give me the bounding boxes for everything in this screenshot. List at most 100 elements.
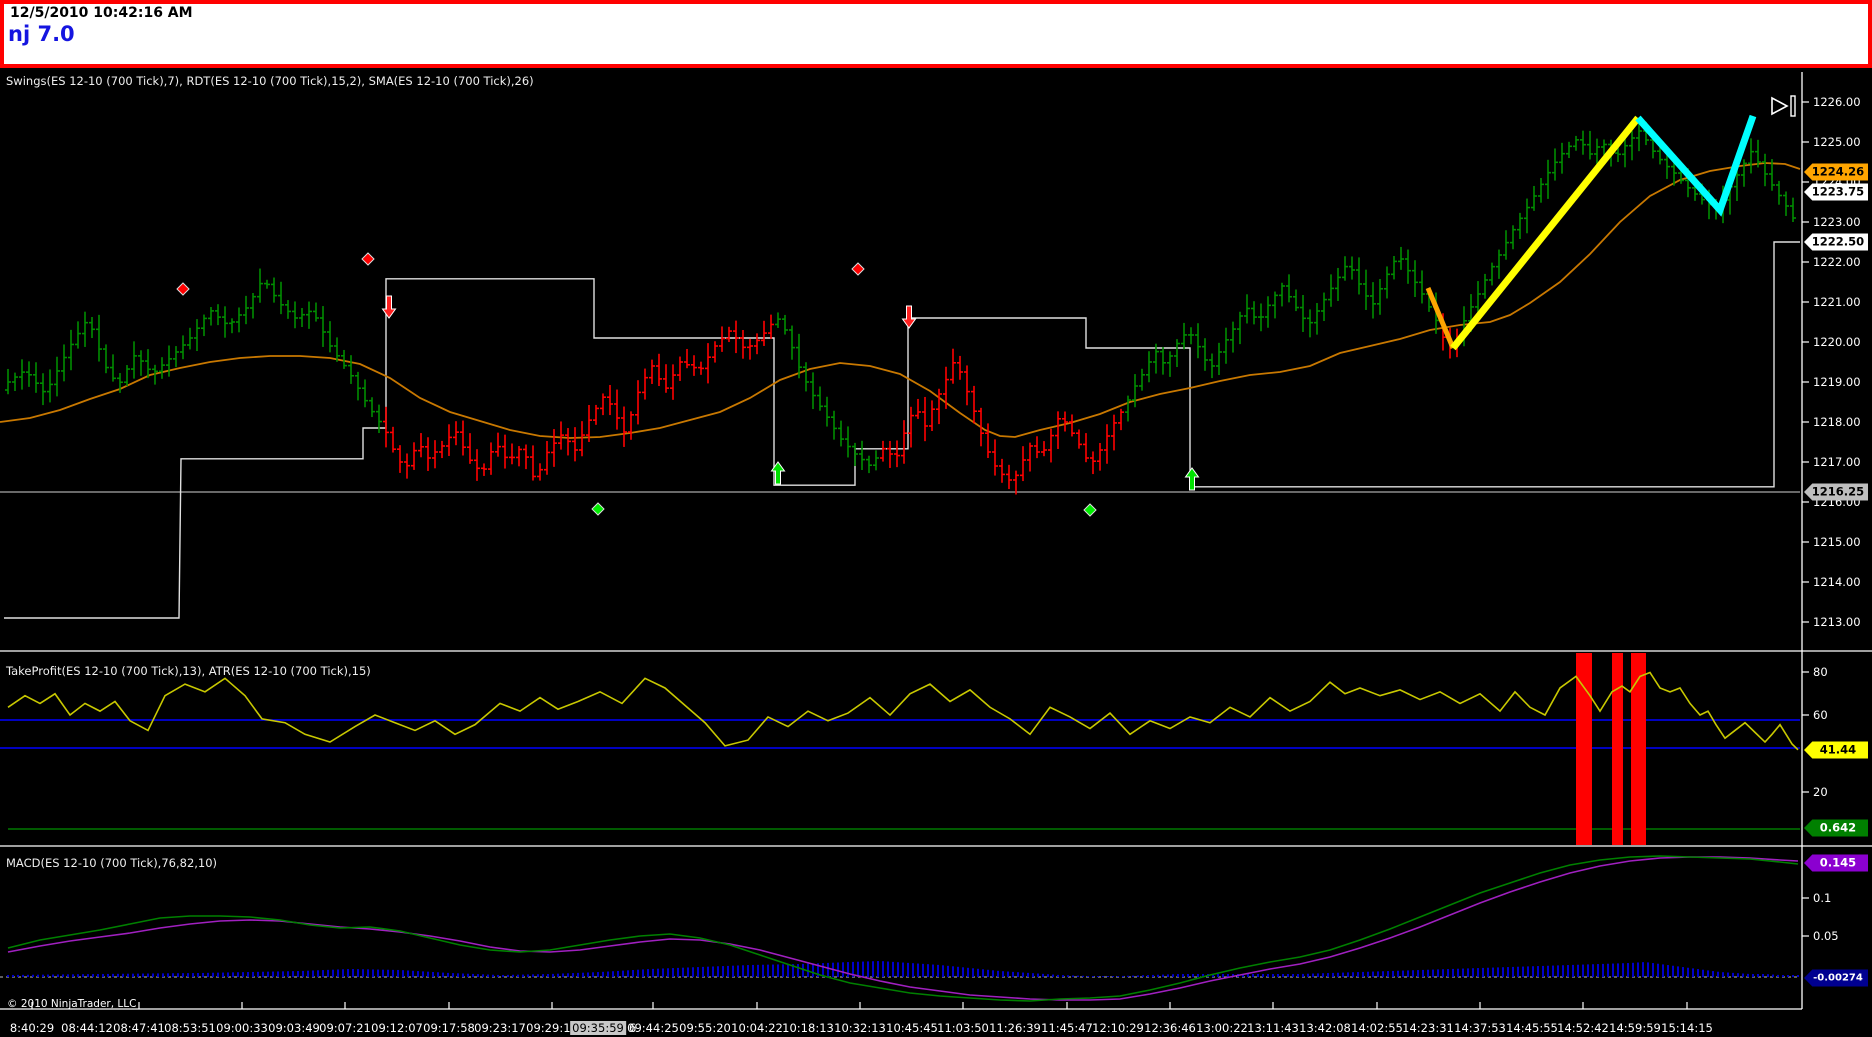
macd-histogram-bar bbox=[222, 972, 224, 977]
chart-canvas[interactable] bbox=[0, 70, 1872, 1037]
macd-histogram-bar bbox=[1177, 974, 1179, 977]
macd-histogram-bar bbox=[577, 972, 579, 977]
macd-histogram-bar bbox=[712, 966, 714, 977]
price-bar bbox=[362, 379, 368, 408]
macd-histogram-bar bbox=[1522, 966, 1524, 977]
price-bar bbox=[1034, 436, 1040, 459]
macd-histogram-bar bbox=[1247, 974, 1249, 977]
price-bar bbox=[33, 362, 39, 393]
price-bar bbox=[1279, 282, 1285, 307]
price-bar bbox=[47, 369, 53, 403]
macd-histogram-bar bbox=[1477, 968, 1479, 977]
macd-histogram-bar bbox=[47, 974, 49, 977]
macd-histogram-bar bbox=[612, 971, 614, 977]
price-bar bbox=[838, 420, 844, 447]
price-bar bbox=[1041, 441, 1047, 457]
macd-histogram-bar bbox=[727, 965, 729, 977]
macd-histogram-bar bbox=[1142, 975, 1144, 977]
price-bar bbox=[537, 463, 543, 481]
chart-area[interactable]: Swings(ES 12-10 (700 Tick),7), RDT(ES 12… bbox=[0, 70, 1872, 1037]
macd-histogram-bar bbox=[1642, 962, 1644, 977]
macd-histogram-bar bbox=[1137, 975, 1139, 977]
macd-histogram-bar bbox=[1197, 974, 1199, 977]
price-bar bbox=[383, 406, 389, 448]
macd-histogram-bar bbox=[937, 964, 939, 977]
price-bar bbox=[873, 450, 879, 471]
time-label: 08:47:41 bbox=[113, 1021, 165, 1035]
swing-high-diamond bbox=[851, 262, 865, 276]
price-bar bbox=[852, 442, 858, 467]
macd-histogram-bar bbox=[287, 971, 289, 977]
macd-histogram-bar bbox=[752, 964, 754, 977]
price-bar bbox=[1230, 321, 1236, 353]
price-bar bbox=[1748, 138, 1754, 174]
macd-histogram-bar bbox=[1757, 974, 1759, 977]
price-bar bbox=[1524, 198, 1530, 234]
macd-histogram-bar bbox=[277, 971, 279, 977]
swing-line bbox=[1425, 287, 1456, 349]
price-bar bbox=[1580, 130, 1586, 155]
time-label: 13:42:08 bbox=[1299, 1021, 1351, 1035]
macd-histogram-bar bbox=[537, 974, 539, 977]
macd-histogram-bar bbox=[1527, 966, 1529, 977]
macd-histogram-bar bbox=[647, 969, 649, 977]
macd-histogram-bar bbox=[352, 969, 354, 977]
macd-histogram-bar bbox=[362, 969, 364, 977]
price-bar bbox=[460, 420, 466, 456]
price-bar bbox=[1538, 178, 1544, 203]
price-bar bbox=[733, 320, 739, 354]
macd-histogram-bar bbox=[372, 969, 374, 977]
price-bar bbox=[369, 397, 375, 418]
macd-histogram-bar bbox=[1437, 969, 1439, 977]
macd-histogram-bar bbox=[917, 963, 919, 977]
macd-histogram-bar bbox=[1567, 965, 1569, 977]
macd-histogram-bar bbox=[1542, 965, 1544, 977]
macd-histogram-bar bbox=[1392, 970, 1394, 977]
macd-histogram-bar bbox=[1652, 963, 1654, 977]
price-bar bbox=[495, 432, 501, 457]
price-bar bbox=[187, 327, 193, 350]
price-bar bbox=[327, 321, 333, 353]
macd-histogram-bar bbox=[837, 962, 839, 977]
price-bar bbox=[761, 320, 767, 346]
macd-histogram-bar bbox=[672, 968, 674, 977]
macd-histogram-bar bbox=[1302, 973, 1304, 977]
macd-line bbox=[7, 855, 1799, 1002]
macd-histogram-bar bbox=[472, 973, 474, 977]
price-bar bbox=[40, 373, 46, 406]
price-bar bbox=[453, 421, 459, 446]
macd-histogram-bar bbox=[412, 970, 414, 977]
alert-bar bbox=[1631, 653, 1646, 845]
axis-tick-label: 1217.00 bbox=[1813, 455, 1861, 469]
axis-tick-label: 0.05 bbox=[1813, 929, 1839, 943]
price-bar bbox=[908, 406, 914, 448]
time-label: 08:53:51 bbox=[164, 1021, 216, 1035]
macd-histogram-bar bbox=[1607, 963, 1609, 977]
price-bar bbox=[600, 393, 606, 416]
macd-histogram-bar bbox=[1097, 976, 1099, 977]
macd-histogram-bar bbox=[1547, 965, 1549, 977]
macd-histogram-bar bbox=[1327, 973, 1329, 977]
price-bar bbox=[607, 384, 613, 416]
macd-histogram-bar bbox=[1487, 967, 1489, 977]
macd-histogram-bar bbox=[282, 971, 284, 977]
macd-histogram-bar bbox=[1747, 973, 1749, 977]
macd-histogram-bar bbox=[122, 973, 124, 977]
macd-histogram-bar bbox=[492, 974, 494, 977]
price-bar bbox=[1531, 185, 1537, 211]
macd-histogram-bar bbox=[1117, 976, 1119, 977]
price-bar bbox=[397, 445, 403, 473]
macd-histogram-bar bbox=[1602, 963, 1604, 977]
macd-histogram-bar bbox=[1067, 975, 1069, 977]
macd-histogram-bar bbox=[1712, 971, 1714, 977]
price-bar bbox=[61, 344, 67, 382]
macd-histogram-bar bbox=[902, 962, 904, 977]
time-label: 14:45:55 bbox=[1506, 1021, 1558, 1035]
price-bar bbox=[859, 440, 865, 471]
macd-histogram-bar bbox=[582, 972, 584, 977]
macd-histogram-bar bbox=[1002, 971, 1004, 977]
price-bar bbox=[740, 329, 746, 359]
macd-histogram-bar bbox=[1297, 974, 1299, 977]
replay-play-icon[interactable] bbox=[1771, 95, 1796, 117]
macd-histogram-bar bbox=[512, 974, 514, 977]
